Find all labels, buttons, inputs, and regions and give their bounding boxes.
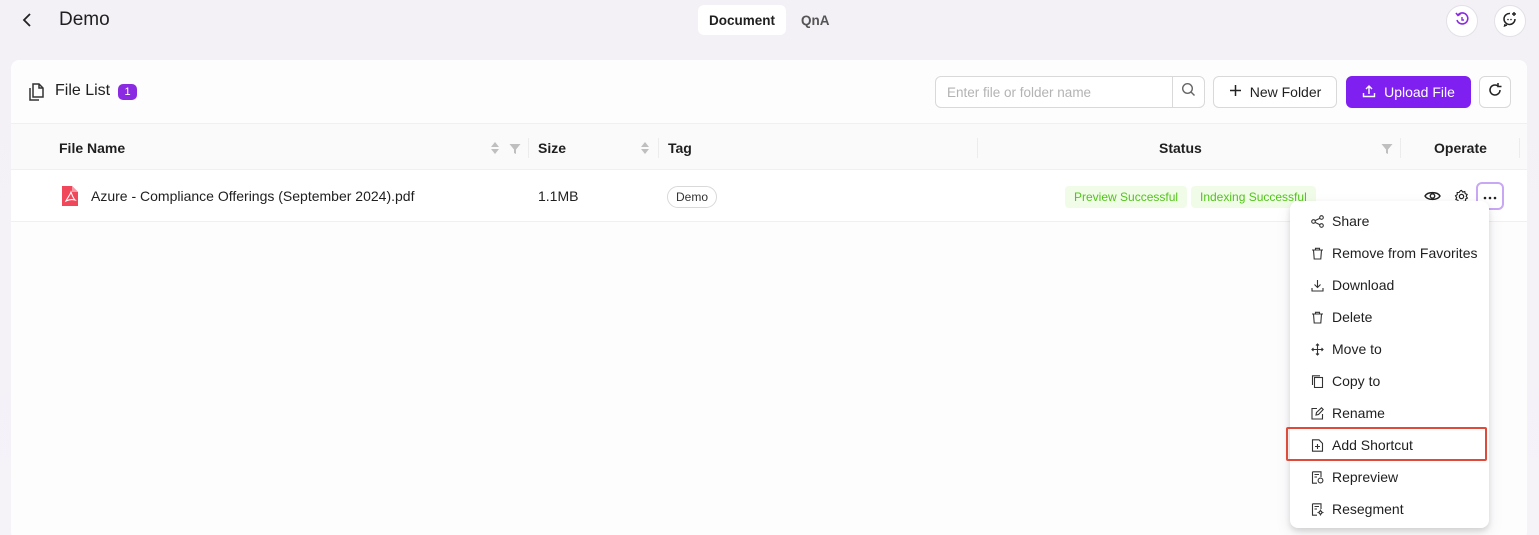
upload-file-button[interactable]: Upload File [1346,76,1471,108]
file-size-cell: 1.1MB [538,188,579,204]
menu-item-label: Rename [1332,405,1385,421]
tab-document[interactable]: Document [698,5,787,35]
column-file-name[interactable]: File Name [59,124,125,171]
menu-item-label: Repreview [1332,469,1399,485]
column-divider [528,138,529,158]
new-folder-label: New Folder [1249,84,1322,100]
file-list-title: File List [55,82,111,99]
file-name-cell[interactable]: Azure - Compliance Offerings (September … [91,170,414,222]
history-button[interactable] [1446,5,1478,37]
upload-file-label: Upload File [1384,84,1455,100]
menu-item-remove-favorites[interactable]: Remove from Favorites [1294,237,1485,269]
trash-icon [1310,246,1324,260]
menu-item-label: Move to [1332,341,1382,357]
menu-item-label: Share [1332,213,1370,229]
menu-item-download[interactable]: Download [1294,269,1485,301]
filter-icon[interactable] [509,142,521,154]
menu-item-repreview[interactable]: Repreview [1294,461,1485,493]
panel-header: File List 1 New Folder Upload File [11,60,1527,123]
back-arrow-icon[interactable] [17,10,37,30]
column-divider [1519,138,1520,158]
menu-item-label: Download [1332,277,1395,293]
column-divider [658,138,659,158]
edit-icon [1310,406,1324,420]
trash-icon [1310,310,1324,324]
top-bar: Demo Document QnA [0,0,1539,44]
menu-item-copy-to[interactable]: Copy to [1294,365,1485,397]
history-icon [1454,11,1470,32]
table-header: File Name Size Tag Status Operate [11,123,1527,170]
new-folder-button[interactable]: New Folder [1213,76,1337,108]
sort-icon[interactable] [640,140,650,156]
tag-pill[interactable]: Demo [667,186,718,208]
column-tag: Tag [668,139,692,156]
menu-item-label: Copy to [1332,373,1381,389]
download-icon [1310,278,1324,292]
menu-item-label: Add Shortcut [1332,437,1413,453]
menu-item-move-to[interactable]: Move to [1294,333,1485,365]
column-size[interactable]: Size [538,124,566,171]
refresh-icon [1487,82,1503,103]
menu-item-rename[interactable]: Rename [1294,397,1485,429]
more-actions-menu: Share Remove from Favorites Download Del… [1290,201,1489,528]
move-icon [1310,342,1324,356]
add-file-icon [1310,438,1324,452]
upload-icon [1362,84,1376,101]
search-button[interactable] [1172,77,1204,107]
menu-item-resegment[interactable]: Resegment [1294,493,1485,525]
resegment-icon [1310,502,1324,516]
menu-item-label: Remove from Favorites [1332,245,1478,261]
menu-item-label: Delete [1332,309,1373,325]
column-divider [1400,138,1401,158]
copy-icon [1310,374,1324,388]
page-title: Demo [59,9,110,30]
new-chat-button[interactable] [1494,5,1526,37]
pdf-file-icon [61,186,78,206]
menu-item-add-shortcut[interactable]: Add Shortcut [1294,429,1485,461]
files-icon [27,82,49,104]
share-icon [1310,214,1324,228]
file-count-badge: 1 [118,84,137,100]
column-status: Status [1159,139,1202,156]
tab-qna[interactable]: QnA [790,5,841,35]
refresh-button[interactable] [1479,76,1511,108]
menu-item-label: Resegment [1332,501,1404,517]
filter-icon[interactable] [1381,142,1393,154]
chat-plus-icon [1502,11,1518,32]
status-badge-preview: Preview Successful [1065,186,1188,208]
view-tabs: Document QnA [698,5,841,35]
menu-item-share[interactable]: Share [1294,205,1485,237]
column-divider [977,138,978,158]
column-operate: Operate [1434,139,1487,156]
plus-icon [1229,84,1242,100]
menu-item-delete[interactable]: Delete [1294,301,1485,333]
search-box [935,76,1205,108]
search-input[interactable] [936,77,1173,107]
repreview-icon [1310,470,1324,484]
sort-icon[interactable] [490,140,500,156]
search-icon [1181,82,1196,102]
